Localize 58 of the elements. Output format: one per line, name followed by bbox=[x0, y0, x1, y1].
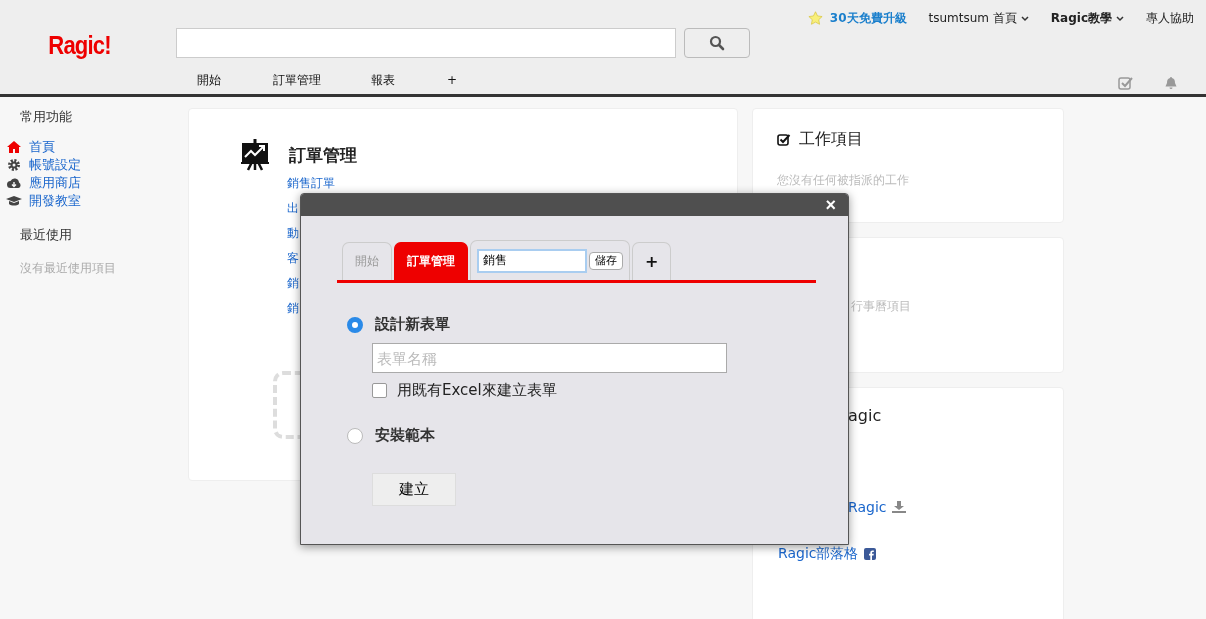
nav-tab[interactable]: 報表 bbox=[371, 71, 395, 89]
top-link[interactable]: 專人協助 bbox=[1146, 10, 1194, 27]
form-name-field[interactable]: 表單名稱 bbox=[372, 343, 727, 373]
logo[interactable]: Ragic! bbox=[13, 0, 163, 61]
tab-editor[interactable]: 銷售 儲存 bbox=[470, 240, 630, 280]
star-icon bbox=[807, 11, 823, 26]
card-title: agic bbox=[848, 406, 882, 425]
download-icon[interactable] bbox=[892, 501, 907, 513]
search-button[interactable] bbox=[684, 28, 750, 58]
checkbox[interactable] bbox=[372, 383, 387, 398]
sheet-link[interactable]: 銷售訂單 bbox=[287, 171, 335, 196]
sheet-link[interactable]: 銷 bbox=[287, 296, 299, 321]
tab-name-field[interactable]: 銷售 bbox=[477, 248, 587, 273]
search-icon bbox=[709, 35, 725, 51]
checkbox-icon bbox=[777, 132, 791, 147]
empty-text: 您沒有任何被指派的工作 bbox=[777, 172, 910, 189]
resource-link[interactable]: Ragic bbox=[848, 499, 887, 515]
card-title: 訂單管理 bbox=[289, 143, 357, 167]
sidebar-item[interactable]: 首頁 bbox=[0, 138, 188, 156]
gear-icon bbox=[6, 158, 22, 172]
bell-icon[interactable] bbox=[1164, 76, 1178, 90]
option-label: 安裝範本 bbox=[375, 426, 435, 445]
nav-tab[interactable]: 訂單管理 bbox=[273, 71, 321, 89]
card-title: 工作項目 bbox=[799, 129, 863, 150]
tab[interactable]: 訂單管理 bbox=[394, 242, 468, 280]
cloud-download-icon bbox=[6, 177, 22, 189]
sheet-link[interactable]: 動 bbox=[287, 221, 299, 246]
facebook-icon[interactable] bbox=[864, 548, 877, 560]
presentation-chart-icon bbox=[241, 139, 269, 171]
top-link[interactable]: 30天免費升級 bbox=[829, 10, 907, 27]
sheet-link[interactable]: 銷 bbox=[287, 271, 299, 296]
graduation-cap-icon bbox=[6, 195, 22, 207]
save-button[interactable]: 儲存 bbox=[589, 251, 623, 270]
add-tab[interactable]: + bbox=[632, 242, 672, 280]
radio-button[interactable] bbox=[347, 316, 363, 333]
sidebar-item[interactable]: 帳號設定 bbox=[0, 156, 188, 174]
nav-tab[interactable]: + bbox=[447, 73, 458, 87]
create-button[interactable]: 建立 bbox=[372, 473, 456, 506]
nav-tab[interactable]: 開始 bbox=[197, 71, 221, 89]
section-title: 最近使用 bbox=[19, 226, 73, 244]
radio-button[interactable] bbox=[347, 427, 363, 444]
section-title: 常用功能 bbox=[19, 108, 73, 126]
sheet-link[interactable]: 客 bbox=[287, 246, 299, 271]
caret-icon bbox=[1020, 15, 1029, 22]
resource-link[interactable]: Ragic部落格 bbox=[778, 545, 859, 563]
checkbox-icon[interactable] bbox=[1118, 76, 1134, 90]
sheet-link[interactable]: 出 bbox=[287, 196, 299, 221]
sidebar-item[interactable]: 開發教室 bbox=[0, 192, 188, 210]
caret-icon bbox=[1116, 15, 1124, 22]
home-icon bbox=[6, 141, 22, 153]
empty-text: 沒有最近使用項目 bbox=[19, 260, 117, 277]
sidebar-item[interactable]: 應用商店 bbox=[0, 174, 188, 192]
top-link[interactable]: tsumtsum 首頁 bbox=[928, 10, 1029, 27]
search-field[interactable] bbox=[176, 28, 676, 58]
close-button[interactable]: × bbox=[823, 195, 838, 215]
checkbox-label: 用既有Excel來建立表單 bbox=[397, 381, 557, 400]
option-label: 設計新表單 bbox=[375, 315, 450, 334]
top-link[interactable]: Ragic教學 bbox=[1050, 10, 1124, 27]
